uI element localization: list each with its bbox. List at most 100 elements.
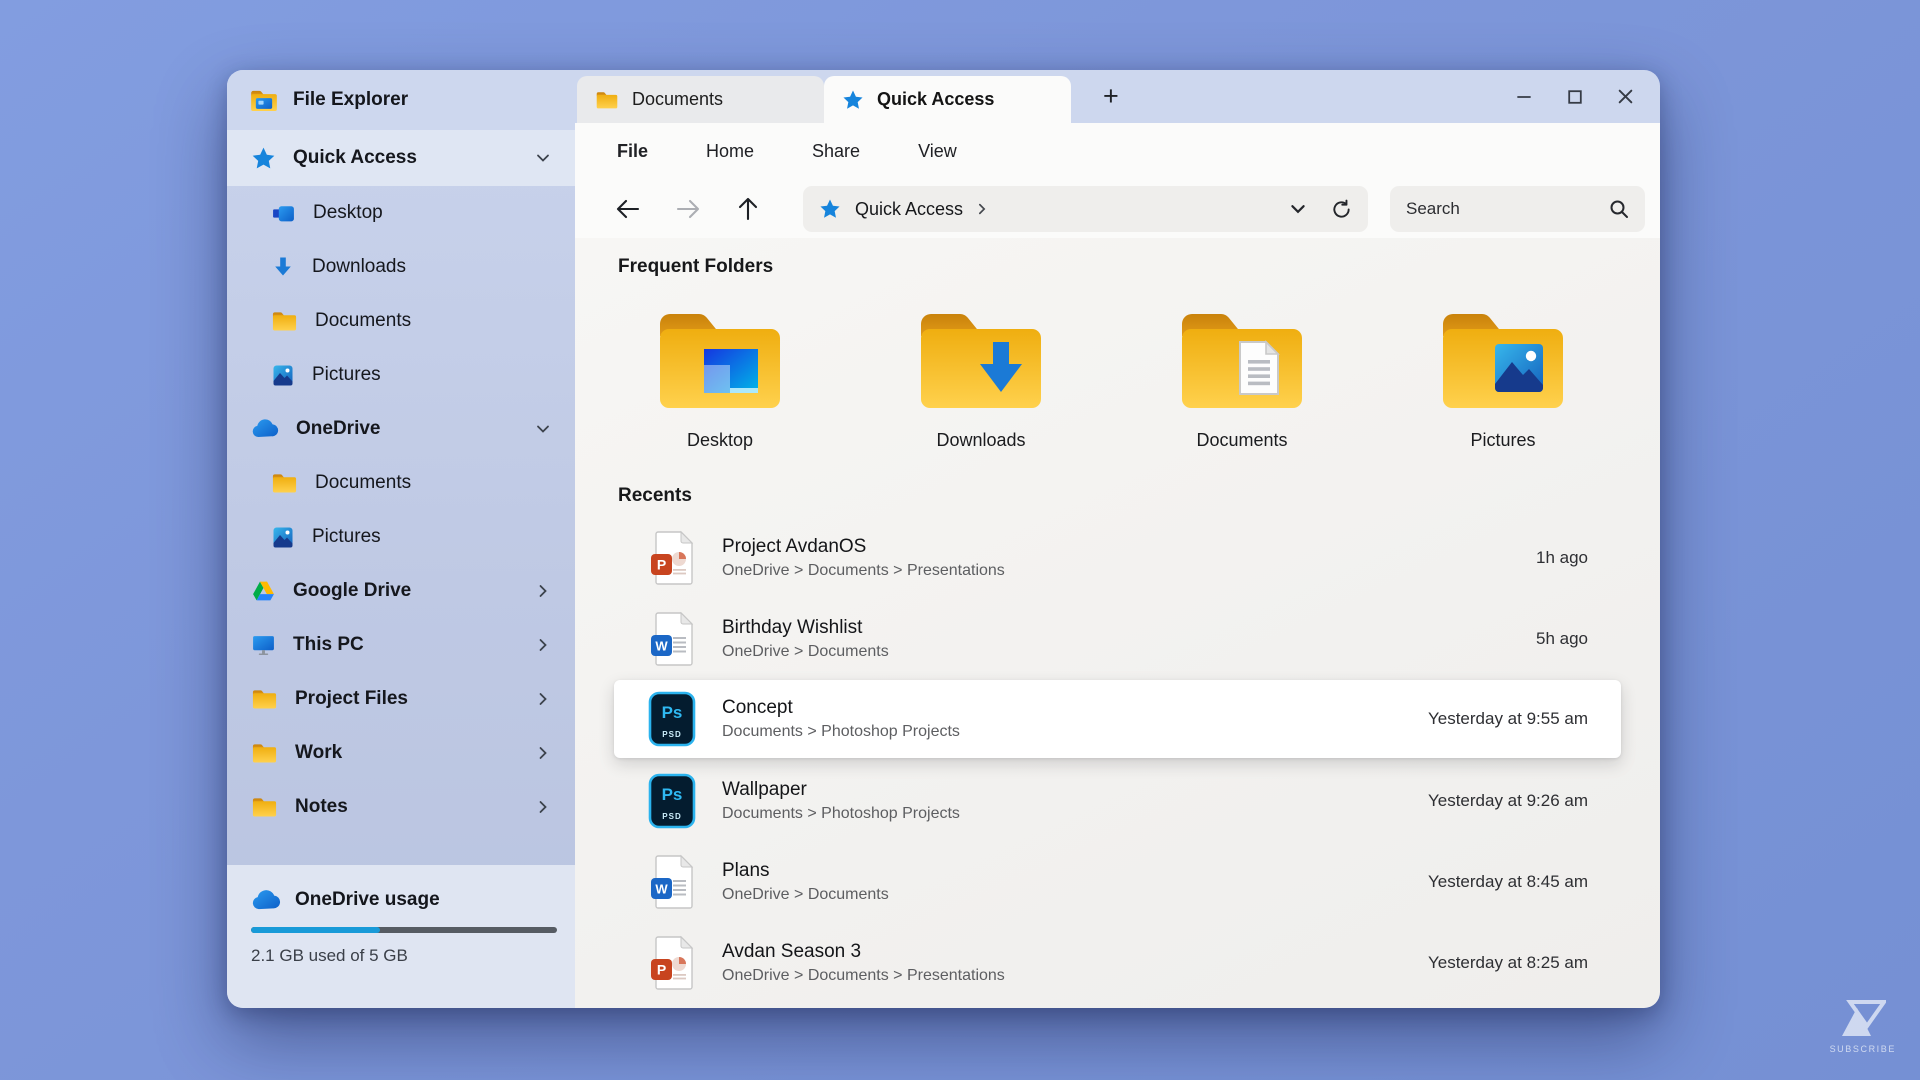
file-row-birthday-wishlist[interactable]: W Birthday Wishlist OneDrive > Documents… [618, 598, 1617, 679]
tab-quick-access[interactable]: Quick Access [824, 76, 1071, 123]
onedrive-usage-bar-fill [251, 927, 380, 933]
sidebar-item-label: Google Drive [293, 580, 411, 602]
folder-tile-desktop[interactable]: Desktop [618, 302, 822, 451]
pictures-icon [271, 363, 295, 387]
folder-name: Desktop [687, 430, 753, 451]
menu-item-share[interactable]: Share [812, 141, 860, 162]
up-button[interactable] [735, 196, 761, 222]
onedrive-cloud-icon [251, 890, 281, 911]
sidebar-item-onedrive-documents[interactable]: Documents [227, 456, 575, 510]
file-row-concept-selected[interactable]: Ps PSD Concept Documents > Photoshop Pro… [614, 680, 1621, 758]
navigation-toolbar: Quick Access [575, 180, 1660, 238]
download-arrow-icon [271, 255, 295, 279]
menu-item-home[interactable]: Home [706, 141, 754, 162]
onedrive-cloud-icon [251, 419, 279, 439]
menu-item-file[interactable]: File [617, 141, 648, 162]
sidebar-item-quick-access[interactable]: Quick Access [227, 130, 575, 186]
file-name: Plans [722, 860, 889, 882]
section-title-recents: Recents [618, 485, 1617, 507]
subscribe-label: SUBSCRIBE [1830, 1044, 1896, 1054]
menu-item-view[interactable]: View [918, 141, 957, 162]
chevron-right-icon [535, 745, 551, 761]
desktop-icon [271, 201, 296, 226]
sidebar-item-pictures[interactable]: Pictures [227, 348, 575, 402]
folder-tile-pictures[interactable]: Pictures [1401, 302, 1605, 451]
sidebar-item-label: Notes [295, 796, 348, 818]
star-icon [251, 146, 276, 171]
file-row-avdan-season-3[interactable]: P Avdan Season 3 OneDrive > Documents > … [618, 922, 1617, 1003]
app-title: File Explorer [293, 89, 408, 111]
file-row-plans[interactable]: W Plans OneDrive > Documents Yesterday a… [618, 841, 1617, 922]
refresh-button[interactable] [1331, 199, 1352, 220]
sidebar-header: File Explorer [227, 70, 575, 130]
file-name: Project AvdanOS [722, 536, 1005, 558]
chevron-right-icon [535, 583, 551, 599]
sidebar-item-this-pc[interactable]: This PC [227, 618, 575, 672]
onedrive-usage-detail: 2.1 GB used of 5 GB [251, 946, 551, 966]
titlebar: Documents Quick Access + [575, 70, 1660, 123]
svg-text:P: P [657, 556, 666, 572]
sidebar-item-documents[interactable]: Documents [227, 294, 575, 348]
file-time: Yesterday at 8:45 am [1428, 872, 1588, 892]
folder-tile-documents[interactable]: Documents [1140, 302, 1344, 451]
folder-name: Downloads [936, 430, 1025, 451]
sidebar-item-label: Work [295, 742, 342, 764]
star-icon [842, 89, 864, 111]
address-dropdown-button[interactable] [1289, 200, 1307, 218]
chevron-right-icon [535, 637, 551, 653]
powerpoint-file-icon: P [648, 935, 696, 991]
google-drive-icon [251, 580, 276, 603]
file-name: Wallpaper [722, 779, 960, 801]
sidebar-item-label: Documents [315, 310, 411, 332]
sidebar-item-downloads[interactable]: Downloads [227, 240, 575, 294]
breadcrumb[interactable]: Quick Access [855, 199, 963, 220]
sidebar-item-google-drive[interactable]: Google Drive [227, 564, 575, 618]
star-icon [819, 198, 841, 220]
forward-button[interactable] [675, 196, 701, 222]
photoshop-file-icon: Ps PSD [648, 773, 696, 829]
search-input[interactable] [1406, 199, 1586, 219]
search-box[interactable] [1390, 186, 1645, 232]
file-name: Avdan Season 3 [722, 941, 1005, 963]
folder-pictures-icon [1433, 302, 1573, 416]
folder-icon [251, 796, 278, 818]
onedrive-usage-bar [251, 927, 557, 933]
svg-text:PSD: PSD [662, 730, 681, 739]
back-button[interactable] [615, 196, 641, 222]
sidebar-item-onedrive-pictures[interactable]: Pictures [227, 510, 575, 564]
sidebar-item-label: OneDrive [296, 418, 380, 440]
file-time: Yesterday at 9:26 am [1428, 791, 1588, 811]
folder-documents-icon [1172, 302, 1312, 416]
sidebar-item-label: Project Files [295, 688, 408, 710]
file-time: 1h ago [1536, 548, 1588, 568]
chevron-right-icon [535, 799, 551, 815]
tab-documents[interactable]: Documents [577, 76, 824, 123]
tab-strip: Documents Quick Access + [575, 70, 1127, 123]
sidebar-item-notes[interactable]: Notes [227, 780, 575, 834]
file-row-project-avdanos[interactable]: P Project AvdanOS OneDrive > Documents >… [618, 517, 1617, 598]
sidebar-item-label: Downloads [312, 256, 406, 278]
folder-tile-downloads[interactable]: Downloads [879, 302, 1083, 451]
close-button[interactable] [1617, 88, 1634, 105]
sidebar-item-onedrive[interactable]: OneDrive [227, 402, 575, 456]
sidebar-item-label: This PC [293, 634, 364, 656]
minimize-button[interactable] [1515, 88, 1532, 105]
file-row-wallpaper[interactable]: Ps PSD Wallpaper Documents > Photoshop P… [618, 760, 1617, 841]
onedrive-usage-title: OneDrive usage [295, 889, 440, 911]
svg-text:PSD: PSD [662, 812, 681, 821]
photoshop-file-icon: Ps PSD [648, 691, 696, 747]
sidebar-item-desktop[interactable]: Desktop [227, 186, 575, 240]
sidebar-item-project-files[interactable]: Project Files [227, 672, 575, 726]
folder-icon [271, 310, 298, 332]
address-bar[interactable]: Quick Access [803, 186, 1368, 232]
file-time: 5h ago [1536, 629, 1588, 649]
tab-label: Documents [632, 89, 723, 110]
folder-icon [251, 688, 278, 710]
maximize-button[interactable] [1566, 88, 1583, 105]
file-time: Yesterday at 9:55 am [1428, 709, 1588, 729]
pictures-icon [271, 525, 295, 549]
sidebar-item-work[interactable]: Work [227, 726, 575, 780]
new-tab-button[interactable]: + [1095, 79, 1127, 114]
search-icon[interactable] [1609, 199, 1629, 219]
folder-desktop-icon [650, 302, 790, 416]
